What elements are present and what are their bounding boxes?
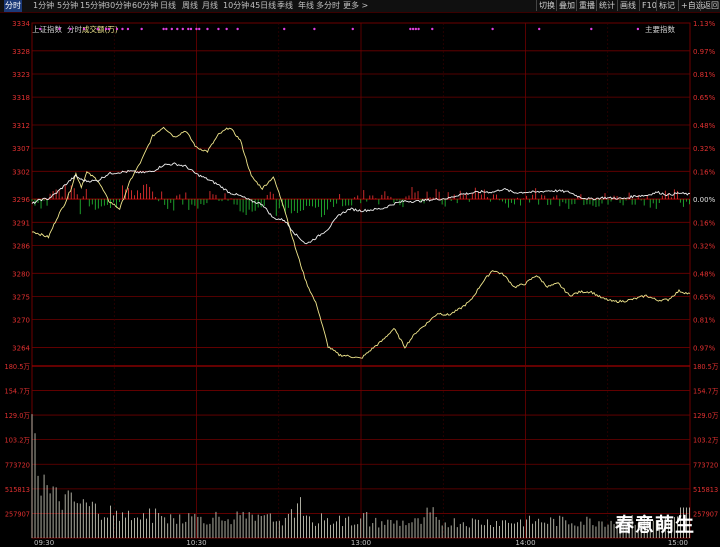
price-tick-label: 3264 [12,344,30,352]
percent-tick-label: 0.81% [693,317,716,325]
price-tick-label: 3280 [12,270,30,278]
intraday-chart: 3334 1.13% 3328 0.97% 3323 0.81% 3318 0.65% 3312… [5,20,719,547]
signal-dot [414,27,418,31]
time-tick-label: 15:00 [668,539,688,547]
volume-tick-label-right: 257907 [693,510,718,518]
price-tick-label: 3275 [12,293,30,301]
signal-dot [115,27,119,31]
signal-dot [491,27,494,31]
volume-tick-label: 103.2万 [5,437,31,445]
price-tick-label: 3307 [12,145,30,153]
price-tick-label: 3296 [12,196,30,204]
signal-dot [417,27,420,31]
signal-dot [636,27,640,31]
volume-tick-label-right: 103.2万 [693,437,719,445]
price-tick-label: 3328 [12,48,30,56]
signal-dot [162,27,165,31]
volume-tick-label: 773720 [5,461,30,469]
volume-tick-label-right: 129.0万 [693,412,719,420]
volume-tick-label: 515813 [5,486,30,494]
volume-tick-label-right: 154.7万 [693,388,719,396]
signal-dot [217,27,220,31]
signal-dot [225,27,228,31]
watermark: 春意萌生 [615,514,696,536]
percent-tick-label: 0.97% [693,48,716,56]
signal-dot [411,27,415,31]
signal-dot [140,27,143,31]
price-tick-label: 3318 [12,94,30,102]
signal-dot [39,27,42,31]
signal-dot [431,27,434,31]
signal-dot [283,27,286,31]
signal-dot [538,27,541,31]
volume-tick-label: 180.5万 [5,363,31,371]
volume-tick-label-right: 180.5万 [693,363,719,371]
time-tick-label: 14:00 [515,539,535,547]
signal-dot [121,27,124,31]
time-tick-label: 09:30 [34,539,54,547]
signal-dot [69,27,72,31]
signal-dot [198,27,201,31]
signal-dot [107,27,110,31]
price-tick-label: 3323 [12,71,30,79]
percent-tick-label: 0.81% [693,71,716,79]
price-tick-label: 3286 [12,242,30,250]
price-tick-label: 3291 [12,219,30,227]
signal-dot [104,27,108,31]
percent-tick-label: 0.65% [693,293,716,301]
time-tick-label: 10:30 [186,539,206,547]
percent-tick-label: 0.16% [693,168,716,176]
signal-dot [187,27,190,31]
signal-dot [195,27,198,31]
percent-tick-label: 0.32% [693,242,716,250]
signal-dot [126,27,130,31]
signal-dot [170,27,174,31]
signal-dot [206,27,209,31]
signal-dot [96,27,100,31]
volume-tick-label: 257907 [5,510,30,518]
percent-tick-label: 0.32% [693,145,716,153]
volume-tick-label: 129.0万 [5,412,31,420]
signal-dot [236,27,239,31]
percent-tick-label: 0.97% [693,344,716,352]
price-tick-label: 3302 [12,168,30,176]
price-tick-label: 3334 [12,20,30,28]
percent-tick-label: 1.13% [693,20,716,28]
signal-dot [58,27,61,31]
volume-tick-label-right: 515813 [693,486,718,494]
signal-dot [176,27,179,31]
price-tick-label: 3312 [12,122,30,130]
percent-tick-label: 0.16% [693,219,716,227]
volume-tick-label-right: 773720 [693,461,718,469]
signal-dot [313,27,316,31]
volume-tick-label: 154.7万 [5,388,31,396]
signal-dot [82,27,86,31]
time-tick-label: 13:00 [351,539,371,547]
signal-dot [181,27,184,31]
percent-tick-label: 0.00% [693,196,716,204]
signal-dot [351,27,354,31]
signal-dot [165,27,168,31]
price-tick-label: 3270 [12,317,30,325]
signal-dot [189,27,193,31]
percent-tick-label: 0.48% [693,270,716,278]
percent-tick-label: 0.65% [693,94,716,102]
percent-tick-label: 0.48% [693,122,716,130]
signal-dot [409,27,412,31]
signal-dot [590,27,593,31]
